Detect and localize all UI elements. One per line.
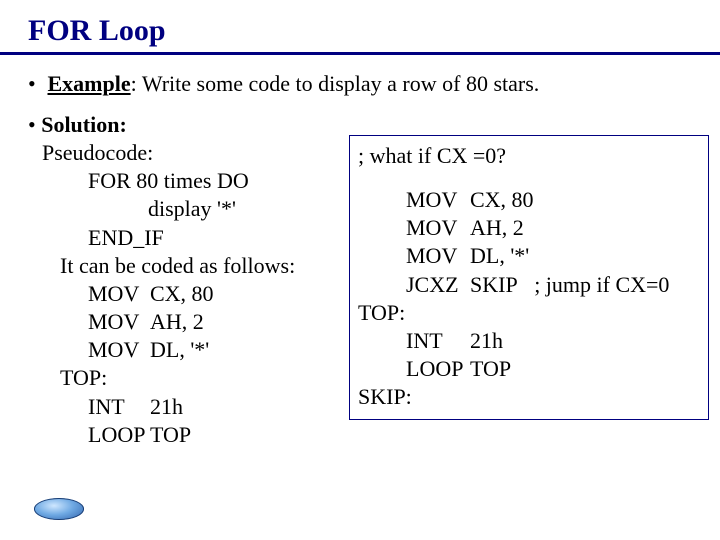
code-line: MOVDL, '*' bbox=[28, 336, 343, 364]
operands: DL, '*' bbox=[150, 337, 209, 362]
code-label-top: TOP: bbox=[358, 299, 702, 327]
mnemonic: LOOP bbox=[406, 355, 470, 383]
operands: CX, 80 bbox=[150, 281, 214, 306]
content-columns: • Solution: Pseudocode: FOR 80 times DO … bbox=[28, 111, 710, 449]
operands: 21h bbox=[470, 328, 503, 353]
code-line: LOOPTOP bbox=[28, 421, 343, 449]
example-text: : Write some code to display a row of 80… bbox=[131, 71, 540, 96]
mnemonic: MOV bbox=[88, 280, 150, 308]
what-if-box: ; what if CX =0? MOVCX, 80 MOVAH, 2 MOVD… bbox=[349, 135, 709, 420]
bullet-dot: • bbox=[28, 71, 42, 97]
mnemonic: JCXZ bbox=[406, 271, 470, 299]
code-line: INT21h bbox=[28, 393, 343, 421]
code-line: INT21h bbox=[358, 327, 702, 355]
operands: DL, '*' bbox=[470, 243, 529, 268]
slide: FOR Loop • Example: Write some code to d… bbox=[0, 0, 720, 540]
pseudo-endif: END_IF bbox=[28, 224, 343, 252]
code-line: LOOPTOP bbox=[358, 355, 702, 383]
example-label: Example bbox=[48, 71, 131, 96]
mnemonic: MOV bbox=[88, 308, 150, 336]
code-line: JCXZSKIP ; jump if CX=0 bbox=[358, 271, 702, 299]
slide-title: FOR Loop bbox=[28, 14, 710, 48]
operands: CX, 80 bbox=[470, 187, 534, 212]
pseudocode-heading: Pseudocode: bbox=[28, 139, 343, 167]
code-line: MOVCX, 80 bbox=[358, 186, 702, 214]
pseudo-display: display '*' bbox=[28, 195, 343, 223]
code-line: MOVDL, '*' bbox=[358, 242, 702, 270]
bullet-dot: • bbox=[28, 112, 36, 137]
code-line: MOVAH, 2 bbox=[28, 308, 343, 336]
solution-label: Solution: bbox=[41, 112, 127, 137]
operands: TOP bbox=[150, 422, 191, 447]
mnemonic: INT bbox=[88, 393, 150, 421]
mnemonic: MOV bbox=[406, 214, 470, 242]
code-label-top: TOP: bbox=[28, 364, 343, 392]
box-question: ; what if CX =0? bbox=[358, 142, 702, 170]
coded-as: It can be coded as follows: bbox=[28, 252, 343, 280]
mnemonic: INT bbox=[406, 327, 470, 355]
comment: ; jump if CX=0 bbox=[534, 272, 669, 297]
footer-logo bbox=[16, 498, 102, 530]
code-line: MOVAH, 2 bbox=[358, 214, 702, 242]
mnemonic: MOV bbox=[88, 336, 150, 364]
operands: SKIP bbox=[470, 272, 518, 297]
operands: 21h bbox=[150, 394, 183, 419]
pseudo-for: FOR 80 times DO bbox=[28, 167, 343, 195]
code-label-skip: SKIP: bbox=[358, 383, 702, 411]
globe-icon bbox=[34, 498, 84, 520]
title-underline bbox=[0, 52, 720, 55]
solution-bullet: • Solution: bbox=[28, 111, 343, 139]
left-column: • Solution: Pseudocode: FOR 80 times DO … bbox=[28, 111, 343, 449]
mnemonic: MOV bbox=[406, 242, 470, 270]
mnemonic: LOOP bbox=[88, 421, 150, 449]
operands: AH, 2 bbox=[150, 309, 204, 334]
code-line: MOVCX, 80 bbox=[28, 280, 343, 308]
mnemonic: MOV bbox=[406, 186, 470, 214]
operands: TOP bbox=[470, 356, 511, 381]
operands: AH, 2 bbox=[470, 215, 524, 240]
example-bullet: • Example: Write some code to display a … bbox=[28, 71, 710, 97]
